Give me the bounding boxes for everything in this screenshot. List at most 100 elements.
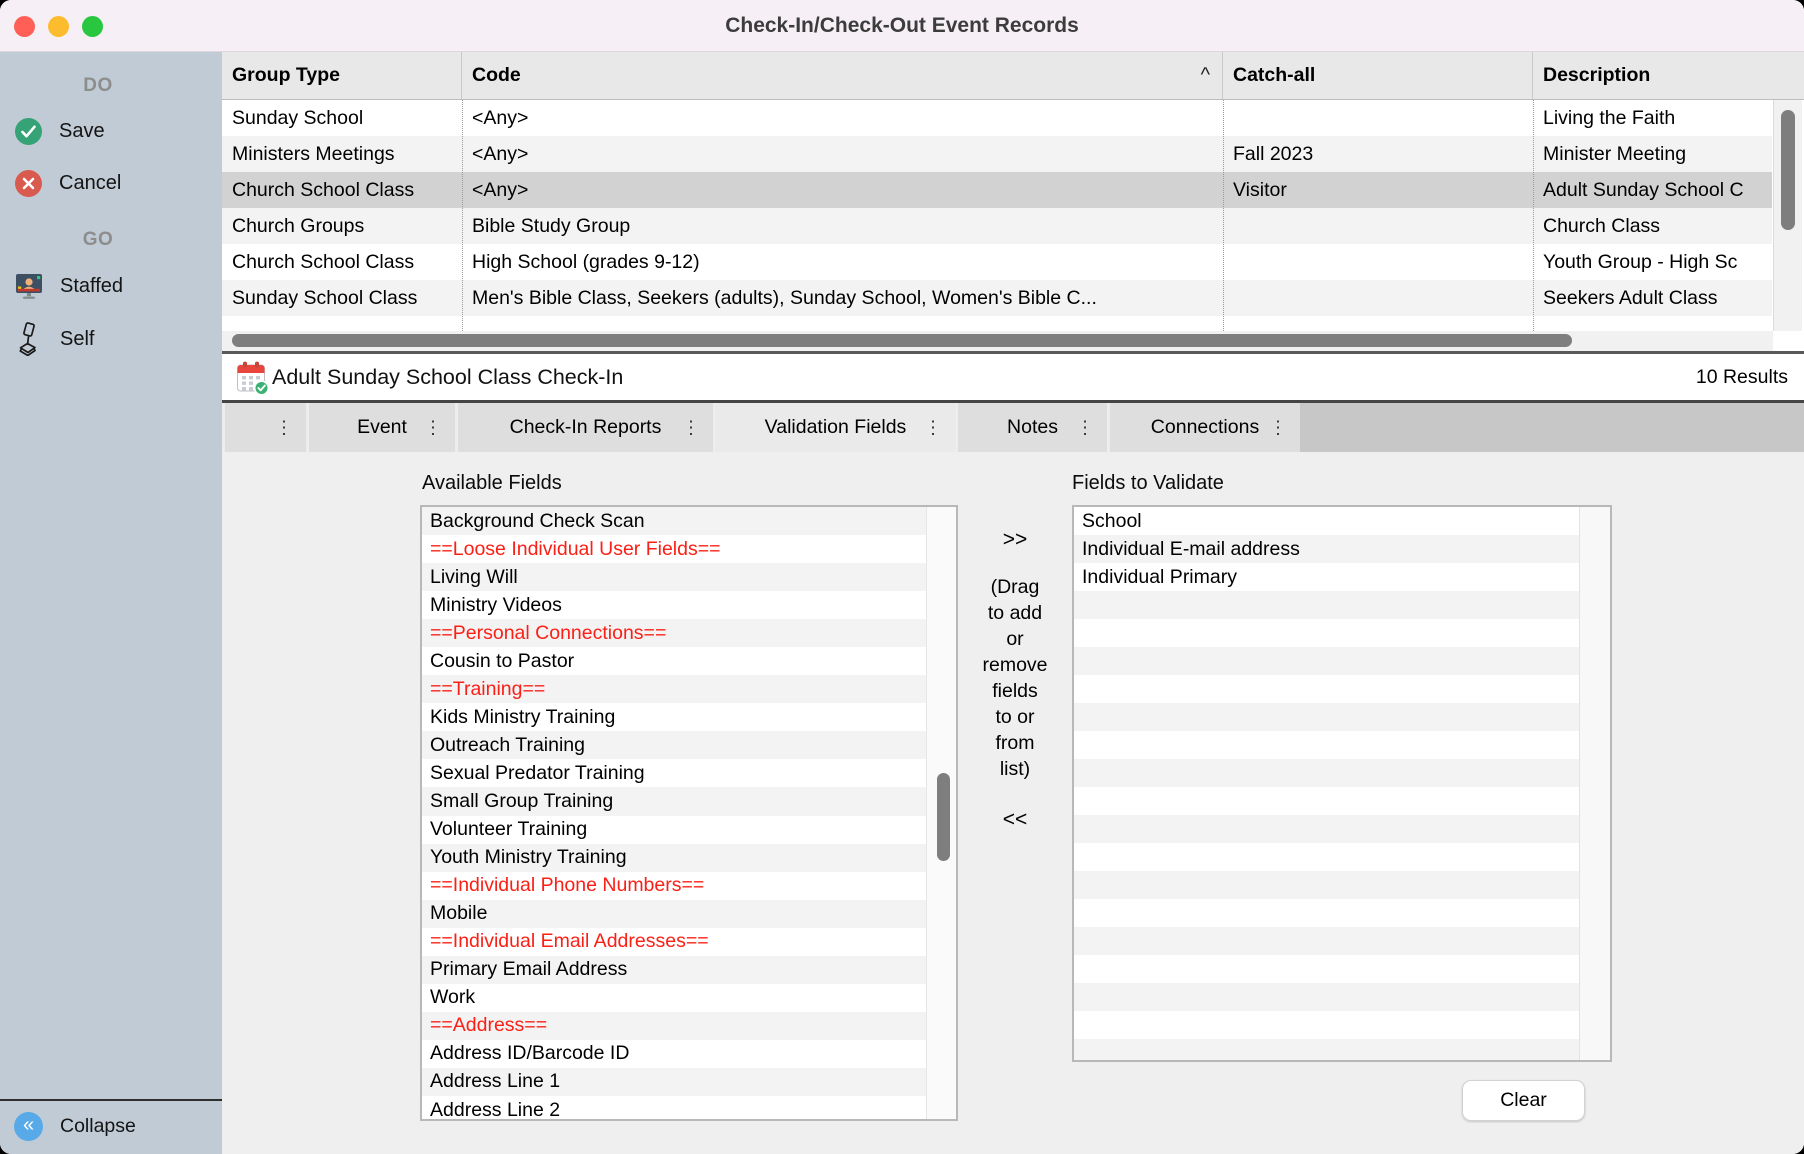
available-field-item[interactable]: Address Line 2 — [422, 1096, 927, 1121]
available-field-item[interactable]: ==Individual Phone Numbers== — [422, 872, 927, 900]
tab[interactable]: i Connections ⋮ — [1107, 403, 1300, 452]
available-field-item[interactable]: ==Address== — [422, 1012, 927, 1040]
available-field-item[interactable]: Mobile — [422, 900, 927, 928]
cell-code: Bible Study Group — [462, 208, 1223, 244]
tab-menu-dots-icon[interactable]: ⋮ — [424, 417, 442, 438]
vertical-scrollbar[interactable] — [1773, 100, 1802, 331]
tab-label: Check-In Reports — [510, 416, 662, 439]
available-field-item[interactable]: Small Group Training — [422, 787, 927, 815]
kiosk-icon — [15, 322, 43, 356]
column-header-group-type[interactable]: Group Type — [222, 52, 462, 99]
table-row[interactable]: Sunday School Class Men's Bible Class, S… — [222, 280, 1772, 316]
cell-group-type: Church School Class — [222, 244, 462, 280]
tab[interactable]: i Validation Fields ⋮ — [713, 403, 955, 452]
column-header-code[interactable]: Code ^ — [462, 52, 1223, 99]
clear-button[interactable]: Clear — [1462, 1080, 1585, 1121]
table-body: Sunday School <Any> Living the Faith Min… — [222, 100, 1772, 316]
horizontal-scrollbar-thumb[interactable] — [232, 334, 1572, 347]
cell-description: Living the Faith — [1533, 100, 1772, 136]
available-field-item[interactable]: Work — [422, 984, 927, 1012]
minimize-window-icon[interactable] — [48, 16, 69, 37]
available-list-scrollbar[interactable] — [926, 507, 956, 1119]
column-header-catch-all[interactable]: Catch-all — [1223, 52, 1533, 99]
tab-menu-dots-icon[interactable]: ⋮ — [275, 417, 293, 438]
table-row[interactable]: Ministers Meetings <Any> Fall 2023 Minis… — [222, 136, 1772, 172]
available-field-item[interactable]: Ministry Videos — [422, 591, 927, 619]
validate-field-item[interactable]: School — [1074, 507, 1579, 535]
save-button[interactable]: Save — [15, 118, 105, 145]
table-row[interactable]: Church School Class <Any> Visitor Adult … — [222, 172, 1772, 208]
sidebar: DO Save Cancel GO — [0, 52, 222, 1154]
validate-field-item[interactable]: Individual E-mail address — [1074, 535, 1579, 563]
column-separator — [1533, 100, 1534, 331]
record-title: Adult Sunday School Class Check-In — [272, 354, 623, 400]
fields-to-validate-label: Fields to Validate — [1072, 472, 1224, 495]
results-count: 10 Results — [1696, 354, 1788, 400]
available-field-item[interactable]: Living Will — [422, 563, 927, 591]
collapse-label: Collapse — [60, 1115, 136, 1138]
table-row[interactable]: Church School Class High School (grades … — [222, 244, 1772, 280]
collapse-button[interactable]: « Collapse — [14, 1112, 136, 1141]
available-field-item[interactable]: Address ID/Barcode ID — [422, 1040, 927, 1068]
validation-fields-panel: Available Fields Fields to Validate Back… — [222, 452, 1804, 1154]
tab[interactable]: i Event ⋮ — [306, 403, 455, 452]
table-row[interactable]: Church Groups Bible Study Group Church C… — [222, 208, 1772, 244]
column-separator — [462, 100, 463, 331]
validate-field-item[interactable]: Individual Primary — [1074, 563, 1579, 591]
tab-menu-dots-icon[interactable]: ⋮ — [1076, 417, 1094, 438]
available-field-item[interactable]: Sexual Predator Training — [422, 759, 927, 787]
staffed-button[interactable]: Staffed — [15, 273, 123, 300]
check-circle-icon — [15, 118, 42, 145]
available-field-item[interactable]: Volunteer Training — [422, 816, 927, 844]
chevron-double-left-icon: « — [14, 1112, 43, 1141]
available-field-item[interactable]: Primary Email Address — [422, 956, 927, 984]
fields-to-validate-list[interactable]: SchoolIndividual E-mail addressIndividua… — [1072, 505, 1612, 1062]
tab-menu-dots-icon[interactable]: ⋮ — [924, 417, 942, 438]
cancel-button[interactable]: Cancel — [15, 170, 121, 197]
available-field-item[interactable]: Youth Ministry Training — [422, 844, 927, 872]
self-label: Self — [60, 328, 94, 351]
staffed-monitor-icon — [15, 273, 43, 300]
available-field-item[interactable]: ==Training== — [422, 675, 927, 703]
available-fields-list[interactable]: Background Check Scan==Loose Individual … — [420, 505, 958, 1121]
available-field-item[interactable]: ==Personal Connections== — [422, 619, 927, 647]
table-row[interactable]: Sunday School <Any> Living the Faith — [222, 100, 1772, 136]
tab[interactable]: i Notes ⋮ — [955, 403, 1107, 452]
available-list-scrollbar-thumb[interactable] — [937, 773, 950, 861]
available-field-item[interactable]: Address Line 1 — [422, 1068, 927, 1096]
tab-bar: i ⋮ i Event ⋮ i Check-In Reports ⋮ i Val… — [222, 403, 1804, 452]
cell-catch-all — [1223, 280, 1533, 316]
collapse-strip: « Collapse — [0, 1099, 222, 1154]
cell-catch-all: Fall 2023 — [1223, 136, 1533, 172]
tab-menu-dots-icon[interactable]: ⋮ — [1269, 417, 1287, 438]
close-window-icon[interactable] — [14, 16, 35, 37]
tab[interactable]: i Check-In Reports ⋮ — [455, 403, 713, 452]
cell-code: <Any> — [462, 136, 1223, 172]
available-field-item[interactable]: Background Check Scan — [422, 507, 927, 535]
column-header-description[interactable]: Description — [1533, 52, 1804, 99]
save-label: Save — [59, 120, 105, 143]
self-button[interactable]: Self — [15, 322, 94, 356]
available-field-item[interactable]: ==Loose Individual User Fields== — [422, 535, 927, 563]
sidebar-section-do: DO — [0, 75, 196, 97]
column-separator — [1223, 100, 1224, 331]
available-field-item[interactable]: Outreach Training — [422, 731, 927, 759]
validate-list-scrollbar — [1579, 507, 1610, 1060]
cancel-label: Cancel — [59, 172, 121, 195]
zoom-window-icon[interactable] — [82, 16, 103, 37]
sort-ascending-icon: ^ — [1201, 64, 1210, 87]
available-field-item[interactable]: Cousin to Pastor — [422, 647, 927, 675]
cell-description: Youth Group - High Sc — [1533, 244, 1772, 280]
tab-label: Validation Fields — [765, 416, 907, 439]
available-field-item[interactable]: Kids Ministry Training — [422, 703, 927, 731]
tab[interactable]: i ⋮ — [222, 403, 306, 452]
records-table: Group Type Code ^ Catch-all Description … — [222, 52, 1804, 354]
available-field-item[interactable]: ==Individual Email Addresses== — [422, 928, 927, 956]
cell-group-type: Sunday School Class — [222, 280, 462, 316]
vertical-scrollbar-thumb[interactable] — [1781, 110, 1795, 230]
cell-catch-all — [1223, 244, 1533, 280]
cell-description: Minister Meeting — [1533, 136, 1772, 172]
cell-catch-all — [1223, 100, 1533, 136]
tab-menu-dots-icon[interactable]: ⋮ — [682, 417, 700, 438]
horizontal-scrollbar[interactable] — [222, 331, 1773, 351]
